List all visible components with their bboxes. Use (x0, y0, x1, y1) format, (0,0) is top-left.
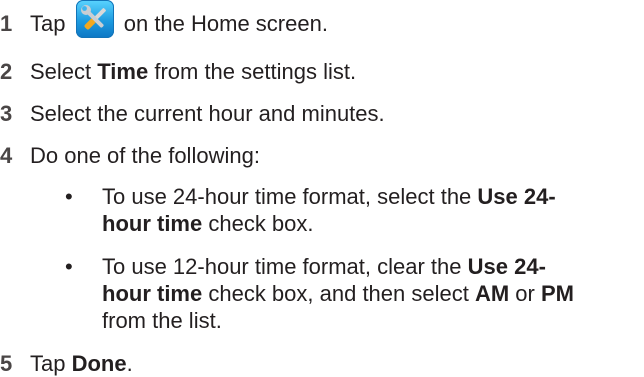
step-text: Tap Done. (30, 351, 133, 376)
bullet-marker: • (65, 184, 73, 209)
bullet-line: To use 24-hour time format, select the U… (102, 184, 556, 209)
step-number: 4 (0, 143, 13, 168)
step-number: 1 (0, 11, 13, 36)
instruction-page: 1 Tap on the Home screen. 2 Select Time … (0, 0, 644, 377)
bullet-line: To use 12-hour time format, clear the Us… (102, 254, 546, 279)
step-text: Select Time from the settings list. (30, 59, 357, 84)
bullet-marker: • (65, 254, 73, 279)
bullet-line: hour time check box. (102, 211, 314, 236)
step-text: Do one of the following: (30, 143, 260, 168)
bullet-line: hour time check box, and then select AM … (102, 281, 574, 306)
step-number: 3 (0, 101, 13, 126)
step-text: Select the current hour and minutes. (30, 101, 385, 126)
step-number: 2 (0, 59, 13, 84)
step-number: 5 (0, 351, 13, 376)
step-text: Tap on the Home screen. (30, 0, 328, 40)
bullet-line: from the list. (102, 308, 222, 333)
settings-tools-icon (75, 0, 114, 39)
